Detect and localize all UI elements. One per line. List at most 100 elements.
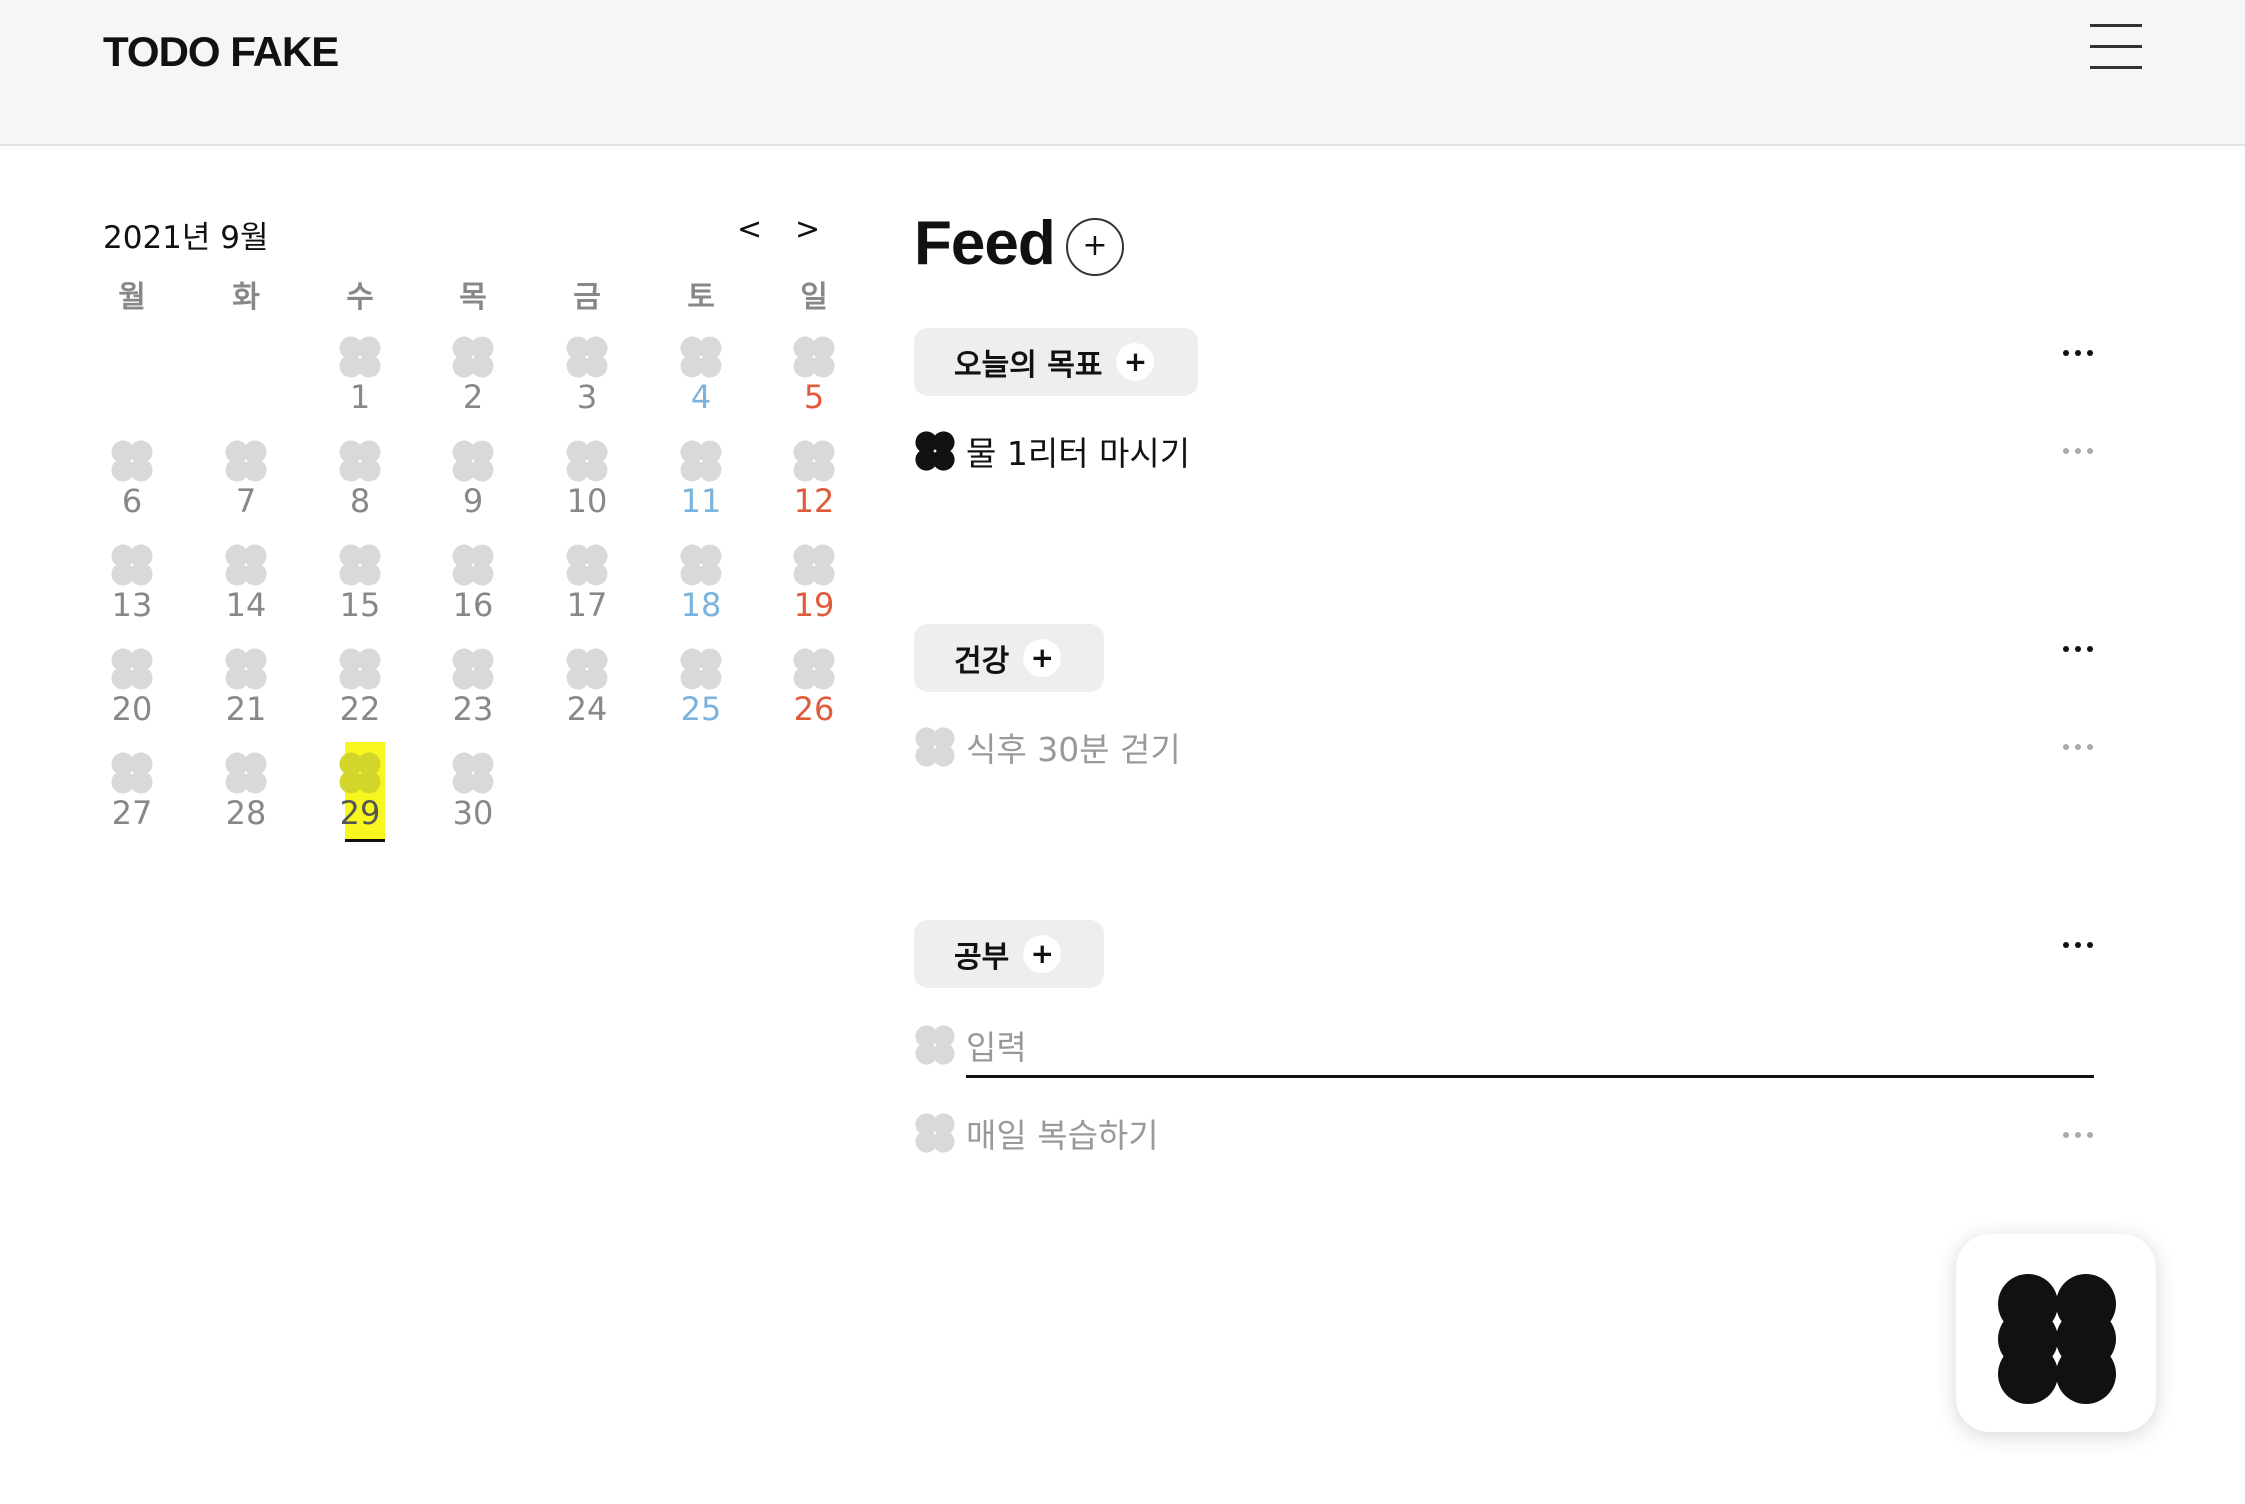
weekday-label: 화: [232, 280, 260, 315]
clover-icon: [1998, 1274, 2116, 1404]
todo-item: 매일 복습하기: [914, 1110, 1159, 1156]
add-todo-button[interactable]: +: [1116, 343, 1155, 381]
clover-icon: [680, 440, 722, 482]
day-number: 9: [462, 482, 484, 520]
calendar-day[interactable]: 22: [325, 648, 395, 748]
clover-icon: [566, 648, 608, 690]
day-number: 1: [349, 378, 371, 416]
todo-more-icon[interactable]: [2058, 440, 2098, 460]
clover-icon: [680, 648, 722, 690]
day-number: 8: [349, 482, 371, 520]
calendar-day[interactable]: 28: [211, 752, 281, 852]
calendar-day[interactable]: 11: [666, 440, 736, 540]
calendar-day[interactable]: 21: [211, 648, 281, 748]
add-todo-button[interactable]: +: [1023, 639, 1062, 677]
calendar-day[interactable]: 3: [552, 336, 622, 436]
day-number: 17: [566, 586, 608, 624]
calendar-day[interactable]: 20: [97, 648, 167, 748]
clover-icon: [566, 336, 608, 378]
todo-item: 물 1리터 마시기: [914, 428, 1190, 474]
calendar-day[interactable]: 6: [97, 440, 167, 540]
clover-icon: [566, 440, 608, 482]
weekday-label: 토: [687, 280, 715, 315]
calendar-day[interactable]: 16: [438, 544, 508, 644]
category-study[interactable]: 공부 +: [914, 920, 1104, 988]
calendar-day[interactable]: 24: [552, 648, 622, 748]
calendar-day[interactable]: 13: [97, 544, 167, 644]
clover-icon: [111, 544, 153, 586]
day-number: 26: [793, 690, 835, 728]
calendar-day[interactable]: 19: [779, 544, 849, 644]
calendar-prev-button[interactable]: <: [737, 212, 762, 247]
add-category-button[interactable]: +: [1066, 218, 1124, 276]
todo-text[interactable]: 물 1리터 마시기: [966, 427, 1190, 475]
day-number: 5: [803, 378, 825, 416]
clover-empty-icon[interactable]: [914, 1112, 956, 1154]
day-number: 22: [339, 690, 381, 728]
category-health[interactable]: 건강 +: [914, 624, 1104, 692]
calendar-day[interactable]: 27: [97, 752, 167, 852]
todo-more-icon[interactable]: [2058, 736, 2098, 756]
todo-item: 식후 30분 걷기: [914, 724, 1181, 770]
day-number: 3: [576, 378, 598, 416]
hamburger-menu-icon[interactable]: [2090, 24, 2142, 70]
day-number: 18: [680, 586, 722, 624]
calendar-day[interactable]: 10: [552, 440, 622, 540]
app-clover-button[interactable]: [1956, 1234, 2156, 1432]
day-number: 19: [793, 586, 835, 624]
calendar-day[interactable]: 14: [211, 544, 281, 644]
todo-text[interactable]: 식후 30분 걷기: [966, 723, 1181, 771]
day-number: 25: [680, 690, 722, 728]
clover-icon: [339, 544, 381, 586]
day-number: 20: [111, 690, 153, 728]
category-today-goal[interactable]: 오늘의 목표 +: [914, 328, 1198, 396]
calendar-day[interactable]: 2: [438, 336, 508, 436]
day-number: 4: [690, 378, 712, 416]
calendar-day[interactable]: 30: [438, 752, 508, 852]
weekday-label: 목: [459, 280, 487, 315]
calendar-day[interactable]: 26: [779, 648, 849, 748]
new-todo-row: [914, 1020, 2094, 1080]
calendar-next-button[interactable]: >: [795, 212, 820, 247]
calendar-day[interactable]: 15: [325, 544, 395, 644]
day-number: 13: [111, 586, 153, 624]
calendar-day[interactable]: 8: [325, 440, 395, 540]
calendar-day[interactable]: 1: [325, 336, 395, 436]
clover-icon: [452, 752, 494, 794]
todo-more-icon[interactable]: [2058, 1124, 2098, 1144]
clover-icon: [225, 752, 267, 794]
todo-text[interactable]: 매일 복습하기: [966, 1109, 1159, 1157]
new-todo-input[interactable]: [966, 1020, 2094, 1078]
calendar-day[interactable]: 29: [325, 742, 395, 852]
calendar-day[interactable]: 4: [666, 336, 736, 436]
category-label: 건강: [954, 644, 1010, 679]
day-number: 30: [452, 794, 494, 832]
calendar-day[interactable]: 17: [552, 544, 622, 644]
clover-done-icon[interactable]: [914, 430, 956, 472]
clover-icon: [566, 544, 608, 586]
day-number: 12: [793, 482, 835, 520]
category-label: 공부: [954, 940, 1010, 975]
clover-icon: [339, 648, 381, 690]
category-more-icon[interactable]: [2058, 934, 2098, 954]
day-number: 29: [339, 794, 381, 832]
clover-icon: [680, 544, 722, 586]
app-logo[interactable]: TODO FAKE: [103, 28, 339, 76]
clover-empty-icon[interactable]: [914, 726, 956, 768]
clover-icon: [680, 336, 722, 378]
calendar-day[interactable]: 18: [666, 544, 736, 644]
clover-icon: [225, 648, 267, 690]
category-more-icon[interactable]: [2058, 342, 2098, 362]
calendar-day[interactable]: 7: [211, 440, 281, 540]
clover-icon: [339, 440, 381, 482]
calendar-day[interactable]: 23: [438, 648, 508, 748]
calendar-day[interactable]: 12: [779, 440, 849, 540]
clover-icon: [452, 544, 494, 586]
calendar-day[interactable]: 9: [438, 440, 508, 540]
category-more-icon[interactable]: [2058, 638, 2098, 658]
calendar-day[interactable]: 25: [666, 648, 736, 748]
calendar-day[interactable]: 5: [779, 336, 849, 436]
add-todo-button[interactable]: +: [1023, 935, 1062, 973]
app-header: TODO FAKE: [0, 0, 2245, 146]
clover-icon: [793, 336, 835, 378]
